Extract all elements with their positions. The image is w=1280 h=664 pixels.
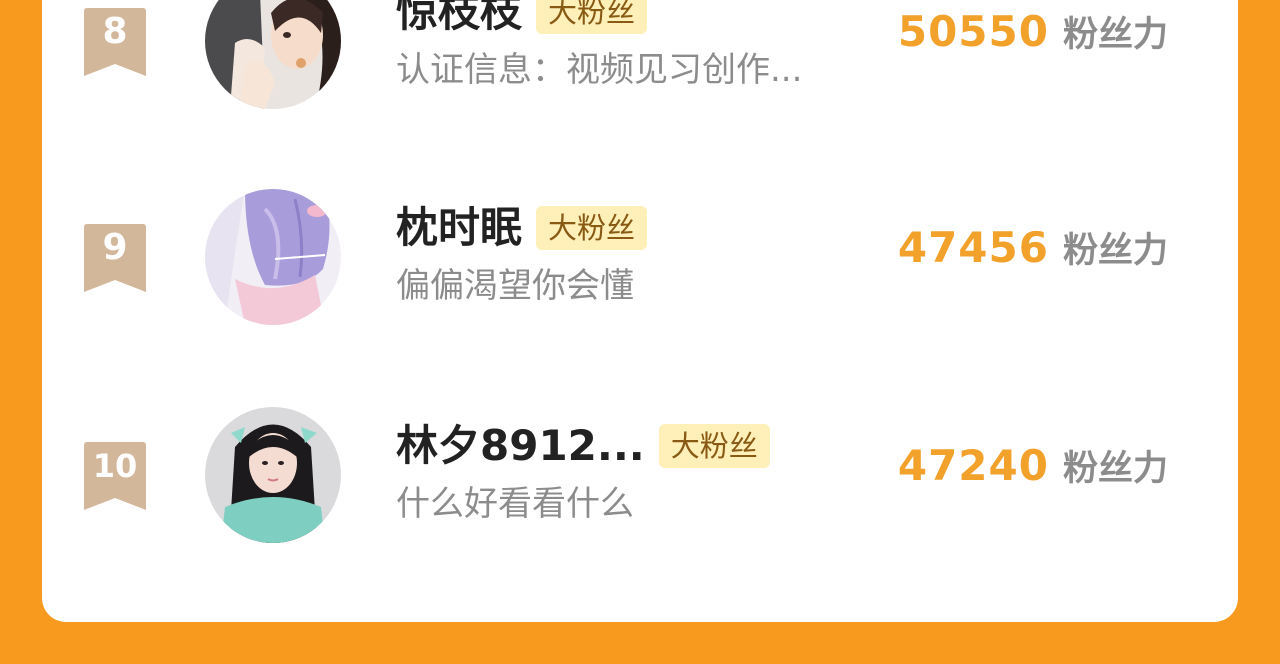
anime-couple-avatar-icon	[205, 0, 341, 109]
fan-power-value: 47456	[897, 223, 1049, 272]
girl-photo-avatar-icon	[205, 407, 341, 543]
user-description: 什么好看看什么	[396, 484, 634, 524]
fan-power: 50550 粉丝力	[898, 6, 1168, 57]
avatar[interactable]	[205, 189, 341, 325]
fan-power-value: 50550	[897, 7, 1049, 56]
name-line: 惊枝枝 大粉丝	[396, 0, 648, 40]
fan-power-value: 47240	[897, 441, 1049, 490]
user-name[interactable]: 惊枝枝	[396, 0, 522, 40]
avatar[interactable]	[205, 407, 341, 543]
rank-number: 10	[92, 447, 138, 485]
ranking-row[interactable]: 9 枕时眠 大粉丝 偏偏渴望你会懂 47456 粉丝力	[42, 186, 1238, 336]
fan-power: 47456 粉丝力	[898, 222, 1168, 273]
name-line: 枕时眠 大粉丝	[396, 200, 648, 256]
user-description: 偏偏渴望你会懂	[396, 266, 634, 306]
fan-ranking-card: 8 惊枝枝 大粉丝 认证信息：视频见习创作... 50550 粉丝力 9 枕时眠…	[42, 0, 1238, 622]
user-name[interactable]: 枕时眠	[396, 200, 522, 256]
fan-power-unit: 粉丝力	[1062, 231, 1168, 271]
fan-power: 47240 粉丝力	[898, 440, 1168, 491]
rank-ribbon-icon: 9	[84, 224, 146, 294]
avatar[interactable]	[205, 0, 341, 109]
fan-level-badge: 大粉丝	[658, 424, 770, 468]
rank-number: 8	[102, 11, 128, 52]
ranking-row[interactable]: 10 林夕8912... 大粉丝 什么好看看什么 47240 粉丝力	[42, 404, 1238, 554]
fan-power-unit: 粉丝力	[1062, 449, 1168, 489]
name-line: 林夕8912... 大粉丝	[396, 418, 770, 474]
fan-level-badge: 大粉丝	[536, 0, 648, 34]
lavender-anime-avatar-icon	[205, 189, 341, 325]
fan-power-unit: 粉丝力	[1062, 15, 1168, 55]
user-description: 认证信息：视频见习创作...	[396, 50, 803, 90]
rank-ribbon-icon: 8	[84, 8, 146, 78]
fan-level-badge: 大粉丝	[536, 206, 648, 250]
rank-ribbon-icon: 10	[84, 442, 146, 512]
rank-number: 9	[102, 227, 128, 268]
ranking-row[interactable]: 8 惊枝枝 大粉丝 认证信息：视频见习创作... 50550 粉丝力	[42, 0, 1238, 120]
user-name[interactable]: 林夕8912...	[396, 418, 645, 474]
